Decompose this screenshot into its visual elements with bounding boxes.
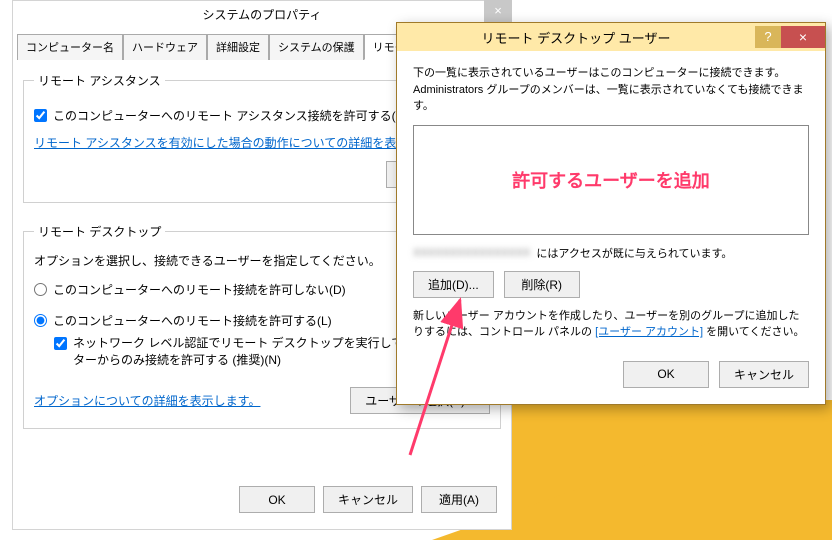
help-icon[interactable]: ? [755, 26, 781, 48]
rdp-cancel-button[interactable]: キャンセル [719, 361, 809, 388]
user-accounts-link[interactable]: [ユーザー アカウント] [595, 326, 703, 338]
ok-button[interactable]: OK [239, 486, 315, 513]
title-text: システムのプロパティ [203, 8, 322, 22]
close-button[interactable]: × [484, 0, 512, 22]
blurred-username: XXXXXXXXXXXXXXXX [413, 247, 530, 259]
rd-deny-label: このコンピューターへのリモート接続を許可しない(D) [53, 281, 346, 298]
cancel-button[interactable]: キャンセル [323, 486, 413, 513]
rdp-desc-line2: Administrators グループのメンバーは、一覧に表示されていなくても接… [413, 84, 803, 113]
rdp-body: 下の一覧に表示されているユーザーはこのコンピューターに接続できます。 Admin… [397, 51, 825, 404]
remove-button[interactable]: 削除(R) [504, 271, 580, 298]
tab-hardware[interactable]: ハードウェア [123, 34, 207, 60]
rdp-access-line: XXXXXXXXXXXXXXXX にはアクセスが既に与えられています。 [413, 245, 809, 261]
close-icon[interactable]: × [781, 26, 825, 48]
ra-allow-label: このコンピューターへのリモート アシスタンス接続を許可する(R) [53, 107, 408, 124]
rdp-button-row: 追加(D)... 削除(R) [413, 271, 809, 298]
rdp-titlebar: リモート デスクトップ ユーザー ? × [397, 23, 825, 51]
rdp-description: 下の一覧に表示されているユーザーはこのコンピューターに接続できます。 Admin… [413, 65, 809, 115]
rd-allow-radio[interactable] [34, 314, 47, 327]
annotation-text: 許可するユーザーを追加 [512, 167, 710, 193]
rd-deny-radio[interactable] [34, 283, 47, 296]
tab-advanced[interactable]: 詳細設定 [207, 34, 269, 60]
rdp-footer: OK キャンセル [413, 341, 809, 388]
ra-allow-checkbox[interactable] [34, 109, 47, 122]
rdp-user-list[interactable]: 許可するユーザーを追加 [413, 125, 809, 235]
rd-allow-label: このコンピューターへのリモート接続を許可する(L) [53, 312, 332, 329]
rdp-ok-button[interactable]: OK [623, 361, 709, 388]
add-button[interactable]: 追加(D)... [413, 271, 494, 298]
note-post: を開いてください。 [703, 326, 804, 338]
rdp-note: 新しいユーザー アカウントを作成したり、ユーザーを別のグループに追加したりするに… [413, 308, 809, 341]
access-text: にはアクセスが既に与えられています。 [536, 245, 732, 261]
rd-legend: リモート デスクトップ [34, 223, 165, 240]
rdp-users-dialog: リモート デスクトップ ユーザー ? × 下の一覧に表示されているユーザーはこの… [396, 22, 826, 405]
ra-help-link[interactable]: リモート アシスタンスを有効にした場合の動作についての詳細を表示します。 [34, 136, 455, 150]
tab-computer-name[interactable]: コンピューター名 [17, 34, 123, 60]
ra-legend: リモート アシスタンス [34, 72, 165, 89]
rdp-desc-line1: 下の一覧に表示されているユーザーはこのコンピューターに接続できます。 [413, 67, 785, 79]
rd-nla-checkbox[interactable] [54, 337, 67, 350]
rd-options-link[interactable]: オプションについての詳細を表示します。 [34, 392, 260, 409]
tab-system-protection[interactable]: システムの保護 [269, 34, 364, 60]
apply-button[interactable]: 適用(A) [421, 486, 497, 513]
rdp-title: リモート デスクトップ ユーザー [397, 28, 755, 47]
main-button-row: OK キャンセル 適用(A) [225, 476, 511, 523]
